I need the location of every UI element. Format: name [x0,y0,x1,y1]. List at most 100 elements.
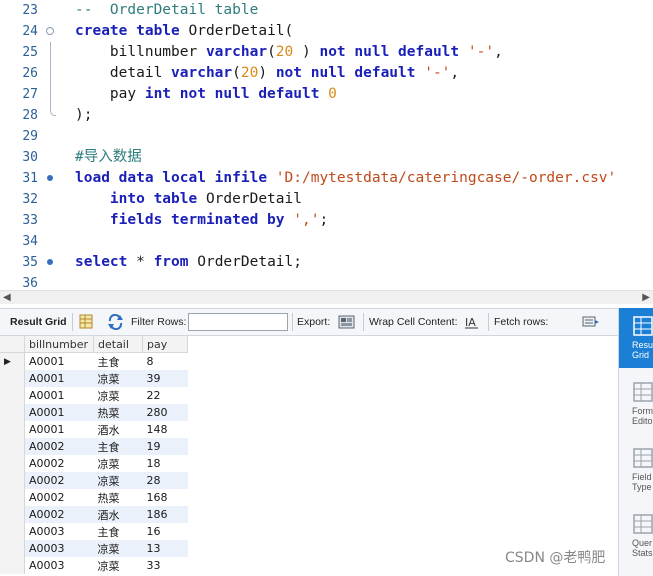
cell-billnumber[interactable]: A0001 [25,353,94,371]
table-row[interactable]: A0002 凉菜 18 [0,455,188,472]
cell-pay[interactable]: 16 [143,523,188,540]
cell-pay[interactable]: 148 [143,421,188,438]
editor-line[interactable]: 30 #导入数据 [0,147,653,168]
export-icon[interactable] [338,314,355,330]
table-row[interactable]: A0003 主食 16 [0,523,188,540]
table-row[interactable]: A0002 主食 19 [0,438,188,455]
cell-billnumber[interactable]: A0002 [25,455,94,472]
row-header[interactable] [0,506,25,523]
cell-pay[interactable]: 19 [142,438,188,455]
cell-billnumber[interactable]: A0003 [25,557,94,574]
cell-detail[interactable]: 凉菜 [94,387,143,404]
editor-line[interactable]: 29 [0,126,653,147]
editor-line[interactable]: 32 into table OrderDetail [0,189,653,210]
table-row[interactable]: A0002 酒水 186 [0,506,188,523]
cell-detail[interactable]: 主食 [94,353,143,371]
editor-line[interactable]: 35 select * from OrderDetail; [0,252,653,273]
cell-billnumber[interactable]: A0003 [25,523,94,540]
editor-line[interactable]: 28); [0,105,653,126]
cell-billnumber[interactable]: A0001 [25,421,94,438]
table-row[interactable]: A0001 凉菜 39 [0,370,188,387]
row-header[interactable] [0,387,25,404]
filter-rows-input[interactable] [188,313,288,331]
cell-pay[interactable]: 28 [142,472,188,489]
cell-detail[interactable]: 主食 [93,438,143,455]
grid-layout-icon[interactable] [79,314,95,330]
fetch-next-icon[interactable] [582,314,599,330]
cell-detail[interactable]: 凉菜 [93,370,143,387]
result-grid[interactable]: billnumber detail pay ▶ A0001 主食 8 A0001 凉菜 39 A0… [0,336,618,576]
scroll-right-arrow-icon[interactable]: ▶ [642,292,650,303]
row-header[interactable] [0,472,25,489]
current-row-indicator-icon[interactable]: ▶ [0,352,25,370]
line-number: 30 [22,150,38,165]
row-header[interactable] [0,370,25,387]
row-header[interactable] [0,455,25,472]
table-row[interactable]: A0001 酒水 148 [0,421,188,438]
cell-detail[interactable]: 主食 [94,523,143,540]
editor-line[interactable]: 27 pay int not null default 0 [0,84,653,105]
cell-detail[interactable]: 酒水 [94,421,143,438]
table-row[interactable]: A0001 热菜 280 [0,404,188,421]
cell-billnumber[interactable]: A0002 [25,489,94,506]
editor-line[interactable]: 36 [0,273,653,290]
cell-billnumber[interactable]: A0002 [24,506,94,523]
editor-line[interactable]: 25 billnumber varchar(20 ) not null defa… [0,42,653,63]
cell-billnumber[interactable]: A0003 [24,540,94,557]
cell-billnumber[interactable]: A0001 [24,404,94,421]
side-panel-item[interactable]: Quer Stats [619,506,653,566]
cell-pay[interactable]: 33 [143,557,188,574]
editor-line[interactable]: 33 fields terminated by ','; [0,210,653,231]
editor-line[interactable]: 34 [0,231,653,252]
table-row[interactable]: A0003 凉菜 13 [0,540,188,557]
editor-line[interactable]: 23 -- OrderDetail table [0,0,653,21]
table-row[interactable]: ▶ A0001 主食 8 [0,352,188,371]
cell-pay[interactable]: 39 [142,370,188,387]
cell-pay[interactable]: 186 [142,506,188,523]
cell-pay[interactable]: 18 [143,455,188,472]
editor-horizontal-scrollbar[interactable]: ◀ ▶ [0,290,653,304]
cell-billnumber[interactable]: A0002 [24,438,94,455]
cell-detail[interactable]: 凉菜 [93,472,143,489]
cell-billnumber[interactable]: A0002 [24,472,94,489]
side-panel-item[interactable]: Field Type [619,440,653,500]
cell-pay[interactable]: 22 [143,387,188,404]
cell-billnumber[interactable]: A0001 [25,387,94,404]
cell-pay[interactable]: 13 [142,540,188,557]
column-header-detail[interactable]: detail [93,336,143,353]
column-header-billnumber[interactable]: billnumber [24,336,94,353]
table-row[interactable]: A0001 凉菜 22 [0,387,188,404]
cell-pay[interactable]: 168 [143,489,188,506]
row-header[interactable] [0,540,25,557]
cell-detail[interactable]: 凉菜 [94,455,143,472]
row-header[interactable] [0,438,25,455]
cell-detail[interactable]: 凉菜 [94,557,143,574]
cell-pay[interactable]: 280 [142,404,188,421]
table-row[interactable]: A0003 凉菜 33 [0,557,188,574]
cell-detail[interactable]: 热菜 [94,489,143,506]
cell-detail[interactable]: 酒水 [93,506,143,523]
row-header[interactable] [0,489,25,506]
editor-line[interactable]: 24 create table OrderDetail( [0,21,653,42]
editor-line[interactable]: 26 detail varchar(20) not null default '… [0,63,653,84]
table-row[interactable]: A0002 热菜 168 [0,489,188,506]
column-header-pay[interactable]: pay [142,336,188,353]
scroll-left-arrow-icon[interactable]: ◀ [3,292,11,303]
cell-detail[interactable]: 凉菜 [93,540,143,557]
editor-line[interactable]: 31 load data local infile 'D:/mytestdata/… [0,168,653,189]
fold-toggle-icon[interactable] [44,21,58,42]
result-grid-tab[interactable]: Result Grid [10,309,67,335]
row-header[interactable] [0,557,25,574]
sql-editor[interactable]: 23 -- OrderDetail table 24 create table Ord… [0,0,653,290]
refresh-icon[interactable] [107,313,123,331]
cell-detail[interactable]: 热菜 [93,404,143,421]
side-panel-item[interactable]: Form Edito [619,374,653,434]
cell-billnumber[interactable]: A0001 [24,370,94,387]
side-panel-item[interactable]: Resul Grid [619,308,653,368]
table-row[interactable]: A0002 凉菜 28 [0,472,188,489]
row-header[interactable] [0,523,25,540]
wrap-text-icon[interactable]: IA [464,314,480,330]
row-header[interactable] [0,404,25,421]
cell-pay[interactable]: 8 [143,353,188,371]
row-header[interactable] [0,421,25,438]
